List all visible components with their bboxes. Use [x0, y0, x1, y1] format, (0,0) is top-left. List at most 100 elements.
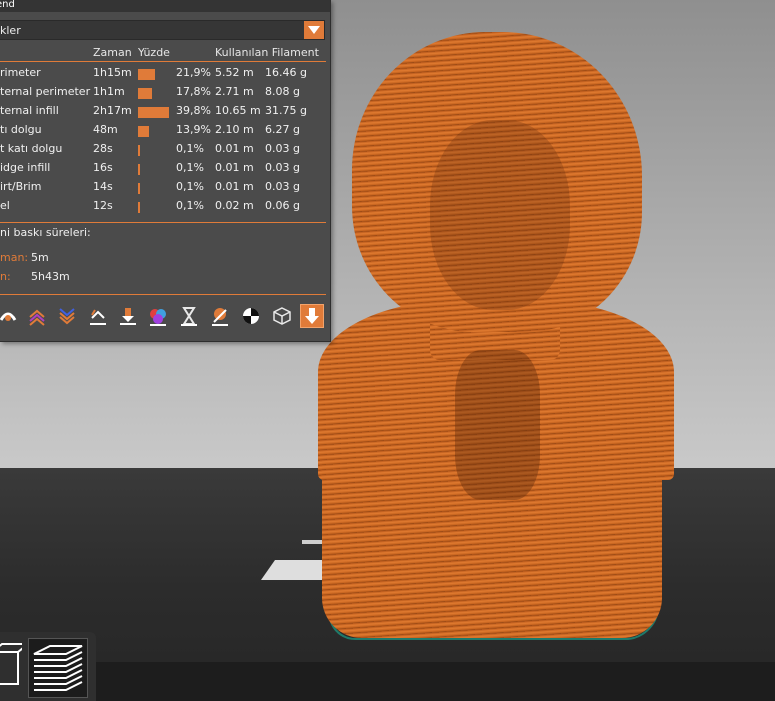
feature-percent: 21,9%: [176, 66, 211, 79]
feature-length: 0.01 m: [215, 142, 254, 155]
legend-title-bar: end: [0, 0, 330, 12]
feature-time: 1h15m: [93, 66, 132, 79]
header-divider: [0, 61, 326, 62]
feature-weight: 6.27 g: [265, 123, 300, 136]
feature-length: 0.01 m: [215, 180, 254, 193]
feature-time: 16s: [93, 161, 113, 174]
feature-name: ternal infill: [0, 104, 59, 117]
feature-row[interactable]: t katı dolgu 28s 0,1% 0.01 m 0.03 g: [0, 142, 330, 161]
feature-name: rimeter: [0, 66, 41, 79]
feature-weight: 0.06 g: [265, 199, 300, 212]
feature-row[interactable]: idge infill 16s 0,1% 0.01 m 0.03 g: [0, 161, 330, 180]
feature-share-bar: [138, 183, 140, 194]
preview-layers-icon: [33, 645, 83, 691]
3d-view-button[interactable]: [0, 638, 30, 698]
estimates-title: ni baskı süreleri:: [0, 226, 91, 239]
feature-weight: 8.08 g: [265, 85, 300, 98]
feature-percent: 13,9%: [176, 123, 211, 136]
shells-icon: [273, 307, 291, 325]
estimate-label-1: man:: [0, 251, 29, 264]
feature-length: 2.10 m: [215, 123, 254, 136]
legend-panel: end kler Zaman Yüzde Kullanılan Filament…: [0, 0, 331, 342]
feature-row[interactable]: ternal infill 2h17m 39,8% 10.65 m 31.75 g: [0, 104, 330, 123]
view-type-value: kler: [0, 24, 21, 37]
shells-button[interactable]: [270, 304, 294, 328]
feature-percent: 0,1%: [176, 199, 204, 212]
feature-length: 0.01 m: [215, 161, 254, 174]
feature-weight: 0.03 g: [265, 161, 300, 174]
tool-marker-icon: [305, 308, 319, 324]
legend-title: end: [0, 0, 15, 10]
feature-name: el: [0, 199, 10, 212]
feature-share-bar: [138, 164, 140, 175]
feature-percent: 17,8%: [176, 85, 211, 98]
feature-row[interactable]: rimeter 1h15m 21,9% 5.52 m 16.46 g: [0, 66, 330, 85]
travel-icon: [0, 312, 17, 321]
feature-name: irt/Brim: [0, 180, 42, 193]
bust-cravat-shading: [455, 350, 540, 500]
options-toolbar: [0, 300, 330, 334]
feature-share-bar: [138, 88, 152, 99]
seams-icon: [120, 308, 136, 325]
retractions-icon: [59, 308, 75, 325]
feature-time: 28s: [93, 142, 113, 155]
deretractions-icon: [90, 309, 106, 325]
feature-time: 1h1m: [93, 85, 125, 98]
feature-percent: 39,8%: [176, 104, 211, 117]
feature-share-bar: [138, 126, 149, 137]
bust-face-shading: [430, 120, 570, 310]
feature-weight: 16.46 g: [265, 66, 307, 79]
hourglass-icon: [181, 307, 197, 326]
tool-changes-button[interactable]: [146, 304, 170, 328]
combo-dropdown-button[interactable]: [304, 21, 324, 39]
seams-button[interactable]: [116, 304, 140, 328]
bed-edge: [0, 662, 775, 701]
toolbar-divider: [0, 294, 326, 295]
feature-percent: 0,1%: [176, 180, 204, 193]
custom-gcode-icon: [212, 308, 228, 326]
header-time: Zaman: [93, 46, 132, 59]
feature-share-bar: [138, 107, 169, 118]
feature-length: 10.65 m: [215, 104, 261, 117]
view-type-combo[interactable]: kler: [0, 20, 325, 40]
header-percent: Yüzde: [138, 46, 170, 59]
wipe-button[interactable]: [25, 304, 49, 328]
feature-row[interactable]: el 12s 0,1% 0.02 m 0.06 g: [0, 199, 330, 218]
feature-share-bar: [138, 69, 155, 80]
feature-percent: 0,1%: [176, 142, 204, 155]
deretractions-button[interactable]: [86, 304, 110, 328]
tool-marker-button[interactable]: [300, 304, 324, 328]
feature-length: 5.52 m: [215, 66, 254, 79]
header-filament: Kullanılan Filament: [215, 46, 319, 59]
estimate-label-2: n:: [0, 270, 11, 283]
feature-time: 14s: [93, 180, 113, 193]
custom-gcode-button[interactable]: [208, 304, 232, 328]
feature-time: 48m: [93, 123, 118, 136]
preview-layers-button[interactable]: [28, 638, 88, 698]
wipe-icon: [29, 309, 45, 326]
color-changes-button[interactable]: [177, 304, 201, 328]
feature-row[interactable]: ternal perimeter 1h1m 17,8% 2.71 m 8.08 g: [0, 85, 330, 104]
tool-changes-icon: [150, 309, 166, 326]
travel-button[interactable]: [0, 304, 20, 328]
view-mode-buttons: [0, 632, 96, 701]
center-of-gravity-button[interactable]: [239, 304, 263, 328]
feature-share-bar: [138, 145, 140, 156]
feature-name: t katı dolgu: [0, 142, 63, 155]
feature-length: 0.02 m: [215, 199, 254, 212]
feature-name: ternal perimeter: [0, 85, 91, 98]
feature-share-bar: [138, 202, 140, 213]
feature-name: idge infill: [0, 161, 51, 174]
estimates-divider: [0, 222, 326, 223]
feature-time: 12s: [93, 199, 113, 212]
feature-row[interactable]: tı dolgu 48m 13,9% 2.10 m 6.27 g: [0, 123, 330, 142]
feature-weight: 31.75 g: [265, 104, 307, 117]
chevron-down-icon: [308, 26, 320, 34]
retractions-button[interactable]: [55, 304, 79, 328]
feature-time: 2h17m: [93, 104, 132, 117]
feature-name: tı dolgu: [0, 123, 42, 136]
estimate-value-2: 5h43m: [31, 270, 70, 283]
center-of-gravity-icon: [243, 308, 259, 324]
feature-row[interactable]: irt/Brim 14s 0,1% 0.01 m 0.03 g: [0, 180, 330, 199]
3d-view-icon: [0, 643, 22, 685]
